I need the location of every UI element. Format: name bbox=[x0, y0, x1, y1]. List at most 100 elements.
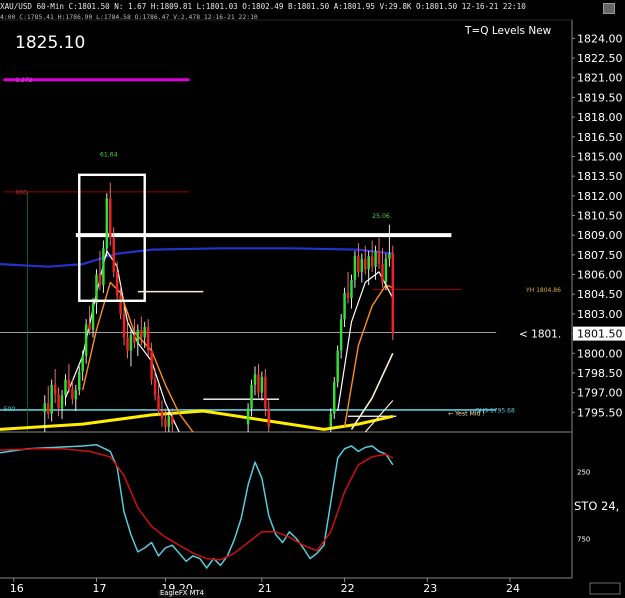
candle-body bbox=[377, 250, 381, 265]
candle-body bbox=[98, 274, 102, 286]
candle-body bbox=[150, 350, 153, 380]
candle-body bbox=[257, 374, 260, 393]
price-tick-label: 1809.00 bbox=[577, 229, 623, 242]
candle-body bbox=[67, 379, 71, 389]
price-marker-label: < 1801. bbox=[519, 329, 561, 341]
time-tick-label: 24 bbox=[506, 582, 520, 595]
candle-body bbox=[160, 411, 164, 419]
candle-body bbox=[88, 324, 91, 330]
candle-body bbox=[374, 250, 377, 267]
indicator-title: T=Q Levels New bbox=[465, 25, 552, 37]
stochastic-title: STO 24, bbox=[574, 499, 620, 513]
chart-annotation: 61.64 bbox=[100, 151, 118, 158]
candle-body bbox=[357, 256, 360, 272]
candle-body bbox=[336, 350, 339, 383]
chart-annotation: ← Yest Mid ! bbox=[448, 411, 485, 418]
big-price-label: 1825.10 bbox=[15, 33, 86, 53]
chart-background bbox=[0, 0, 625, 598]
price-tick-label: 1815.00 bbox=[577, 150, 623, 163]
chart-window: 1.272 000 YH 1804.86 OH3 1795.68 61.64 25.06… bbox=[0, 0, 625, 598]
candle-body bbox=[78, 371, 81, 391]
level-label: 1.272 bbox=[15, 77, 32, 84]
candle-body bbox=[47, 403, 50, 414]
candle-body bbox=[133, 334, 136, 343]
candle-body bbox=[264, 376, 267, 409]
price-tick-label: 1798.50 bbox=[577, 367, 623, 380]
price-tick-label: 1795.50 bbox=[577, 406, 623, 419]
candle-body bbox=[143, 327, 146, 338]
price-tick-label: 1804.50 bbox=[577, 288, 623, 301]
stochastic-tick-label: 250 bbox=[577, 469, 590, 477]
candle-body bbox=[95, 274, 98, 304]
candle-body bbox=[119, 295, 122, 314]
candle-body bbox=[126, 337, 129, 351]
price-tick-label: 1819.50 bbox=[577, 91, 623, 104]
watermark: EagleFX MT4 bbox=[158, 589, 206, 597]
price-tick-label: 1812.00 bbox=[577, 190, 623, 203]
candle-body bbox=[140, 329, 143, 338]
price-tick-label: 1800.00 bbox=[577, 347, 623, 360]
candle-body bbox=[164, 418, 167, 427]
price-tick-label: 1821.00 bbox=[577, 72, 623, 85]
candle-body bbox=[171, 416, 174, 425]
time-tick-label: 23 bbox=[423, 582, 437, 595]
candle-body bbox=[391, 253, 395, 334]
candle-body bbox=[53, 384, 57, 394]
candle-body bbox=[250, 384, 253, 409]
candle-body bbox=[167, 416, 171, 427]
candle-body bbox=[329, 413, 333, 427]
candle-body bbox=[115, 271, 119, 296]
candle-body bbox=[260, 376, 264, 393]
time-tick-label: 17 bbox=[92, 582, 106, 595]
candle-body bbox=[353, 256, 357, 280]
candle-body bbox=[343, 292, 346, 320]
time-tick-label: 16 bbox=[10, 582, 24, 595]
price-tick-label: 1824.00 bbox=[577, 32, 623, 45]
candle-body bbox=[384, 258, 388, 283]
background bbox=[0, 0, 625, 598]
price-tick-label: 1807.50 bbox=[577, 249, 623, 262]
candle-body bbox=[339, 319, 343, 351]
candle-body bbox=[146, 327, 150, 351]
price-tick-label: 1797.00 bbox=[577, 387, 623, 400]
candle-body bbox=[360, 258, 364, 272]
candle-body bbox=[43, 403, 47, 413]
candle-body bbox=[136, 329, 140, 343]
header-line-1: XAU/USD 60-Min C:1801.50 N: 1.67 H:1809.… bbox=[0, 2, 526, 11]
candle-body bbox=[381, 264, 384, 283]
settings-icon[interactable] bbox=[603, 3, 615, 14]
candle-body bbox=[57, 393, 60, 409]
chart-svg: 1.272000YH 1804.86OH3 1795.68 61.6425.06… bbox=[0, 0, 625, 598]
candle-body bbox=[364, 258, 367, 270]
price-tick-label: 1806.00 bbox=[577, 269, 623, 282]
candle-body bbox=[81, 355, 84, 372]
price-tick-label: 1810.50 bbox=[577, 210, 623, 223]
price-tick-label: 1818.00 bbox=[577, 111, 623, 124]
current-price-label: 1801.50 bbox=[577, 328, 623, 341]
candle-body bbox=[64, 379, 67, 396]
candle-body bbox=[109, 198, 112, 238]
candle-body bbox=[71, 388, 74, 400]
header-line-2: 4:00 C:1785.41 H:1786.90 L:1784.58 O:178… bbox=[0, 13, 258, 21]
candle-body bbox=[84, 324, 88, 356]
candle-body bbox=[267, 408, 271, 427]
candle-body bbox=[153, 379, 157, 396]
candle-body bbox=[102, 248, 105, 286]
price-tick-label: 1803.00 bbox=[577, 308, 623, 321]
price-tick-label: 1816.50 bbox=[577, 131, 623, 144]
candle-body bbox=[50, 384, 53, 414]
level-label: YH 1804.86 bbox=[525, 287, 561, 294]
candle-body bbox=[346, 292, 350, 299]
candle-body bbox=[157, 395, 160, 412]
candle-body bbox=[246, 408, 250, 425]
candle-body bbox=[367, 256, 370, 270]
candle-body bbox=[388, 253, 391, 259]
chart-annotation: 500 bbox=[3, 406, 15, 413]
time-tick-label: 22 bbox=[341, 582, 355, 595]
level-label: 000 bbox=[15, 189, 27, 196]
candle-body bbox=[129, 334, 133, 351]
candle-body bbox=[91, 303, 95, 330]
time-tick-label: 21 bbox=[258, 582, 272, 595]
candle-body bbox=[350, 279, 353, 299]
candle-body bbox=[253, 374, 257, 385]
